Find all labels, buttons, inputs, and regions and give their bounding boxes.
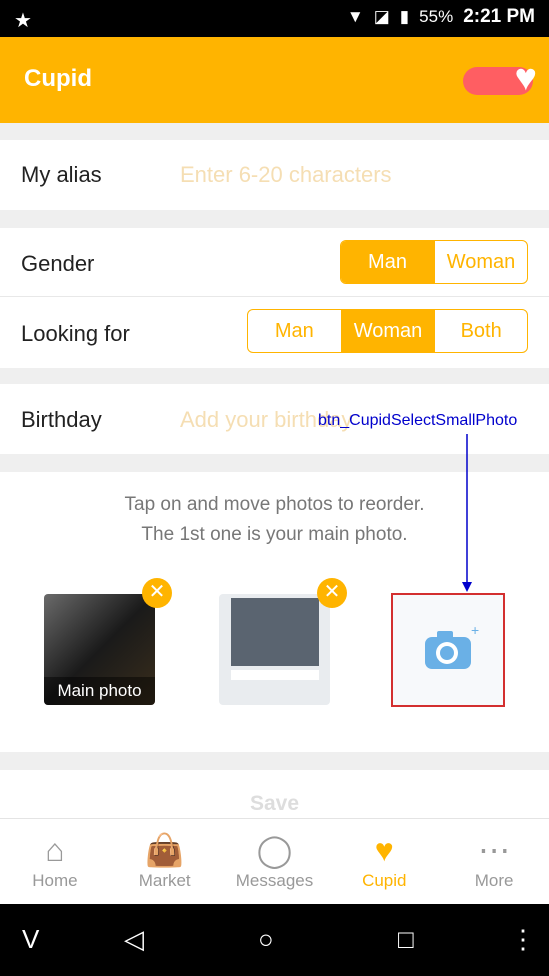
camera-icon: + bbox=[425, 622, 479, 669]
menu-icon[interactable]: ⋮ bbox=[510, 924, 536, 955]
alias-row: My alias Enter 6-20 characters bbox=[0, 140, 549, 210]
looking-for-selector: Man Woman Both bbox=[247, 309, 528, 353]
photo-2-caption bbox=[231, 670, 319, 680]
heart-icon: ♥ bbox=[514, 57, 537, 99]
remove-photo-1-icon[interactable]: ✕ bbox=[142, 578, 172, 608]
bag-icon: 👜 bbox=[144, 832, 185, 868]
tab-label: More bbox=[474, 871, 514, 890]
chat-icon: ◯ bbox=[256, 832, 293, 868]
annotation-arrow bbox=[462, 434, 472, 592]
app-notification-icon: ★ bbox=[14, 10, 32, 32]
gender-label: Gender bbox=[21, 251, 95, 276]
svg-text:+: + bbox=[471, 622, 479, 638]
photo-2-image bbox=[231, 598, 319, 666]
divider bbox=[0, 296, 549, 297]
add-photo-button[interactable]: + bbox=[391, 593, 505, 707]
gender-selector: Man Woman bbox=[340, 240, 528, 284]
tab-label: Home bbox=[32, 871, 78, 890]
tab-home[interactable]: ⌂ Home bbox=[0, 819, 110, 905]
main-photo[interactable]: Main photo bbox=[44, 594, 155, 705]
preferences-card: Gender Man Woman Looking for Man Woman B… bbox=[0, 228, 549, 368]
chevron-down-icon[interactable]: V bbox=[22, 924, 39, 955]
home-icon: ⌂ bbox=[45, 832, 65, 868]
page-title: Cupid bbox=[24, 65, 92, 92]
battery-level: 55% bbox=[419, 7, 454, 26]
save-card: Save bbox=[0, 770, 549, 818]
heart-icon: ♥ bbox=[374, 832, 394, 868]
tab-market[interactable]: 👜 Market bbox=[110, 819, 220, 905]
status-bar: ★ ▼ ◪ ▮ 55% 2:21 PM bbox=[0, 0, 549, 37]
alias-input[interactable]: Enter 6-20 characters bbox=[180, 162, 392, 188]
tab-more[interactable]: ⋯ More bbox=[439, 819, 549, 905]
no-signal-icon: ◪ bbox=[373, 7, 390, 26]
system-nav-bar: V ◁ ○ □ ⋮ bbox=[0, 904, 549, 976]
tab-cupid[interactable]: ♥ Cupid bbox=[329, 819, 439, 905]
battery-icon: ▮ bbox=[399, 7, 410, 26]
looking-for-option-woman[interactable]: Woman bbox=[340, 310, 435, 352]
bottom-tab-bar: ⌂ Home 👜 Market ◯ Messages ♥ Cupid ⋯ Mor… bbox=[0, 818, 549, 905]
clock: 2:21 PM bbox=[463, 6, 535, 27]
cupid-toggle[interactable]: ♥ bbox=[463, 59, 537, 97]
gender-option-man[interactable]: Man bbox=[341, 241, 434, 283]
alias-label: My alias bbox=[21, 162, 102, 187]
wifi-icon: ▼ bbox=[346, 7, 364, 26]
home-circle-icon[interactable]: ○ bbox=[258, 924, 274, 955]
looking-for-option-man[interactable]: Man bbox=[248, 310, 341, 352]
gender-option-woman[interactable]: Woman bbox=[434, 241, 527, 283]
remove-photo-2-icon[interactable]: ✕ bbox=[317, 578, 347, 608]
looking-for-option-both[interactable]: Both bbox=[434, 310, 527, 352]
tab-label: Market bbox=[138, 871, 191, 890]
main-photo-label: Main photo bbox=[44, 677, 155, 705]
back-icon[interactable]: ◁ bbox=[124, 924, 144, 955]
more-icon: ⋯ bbox=[478, 832, 511, 868]
tab-label: Cupid bbox=[362, 871, 407, 890]
looking-for-label: Looking for bbox=[21, 321, 130, 346]
tab-messages[interactable]: ◯ Messages bbox=[220, 819, 330, 905]
recents-icon[interactable]: □ bbox=[398, 924, 414, 955]
save-button[interactable]: Save bbox=[0, 792, 549, 816]
tab-label: Messages bbox=[235, 871, 314, 890]
birthday-label: Birthday bbox=[21, 407, 102, 432]
photo-2[interactable] bbox=[219, 594, 330, 705]
app-bar: Cupid ♥ bbox=[0, 37, 549, 123]
annotation-label: btn_CupidSelectSmallPhoto bbox=[318, 412, 518, 429]
